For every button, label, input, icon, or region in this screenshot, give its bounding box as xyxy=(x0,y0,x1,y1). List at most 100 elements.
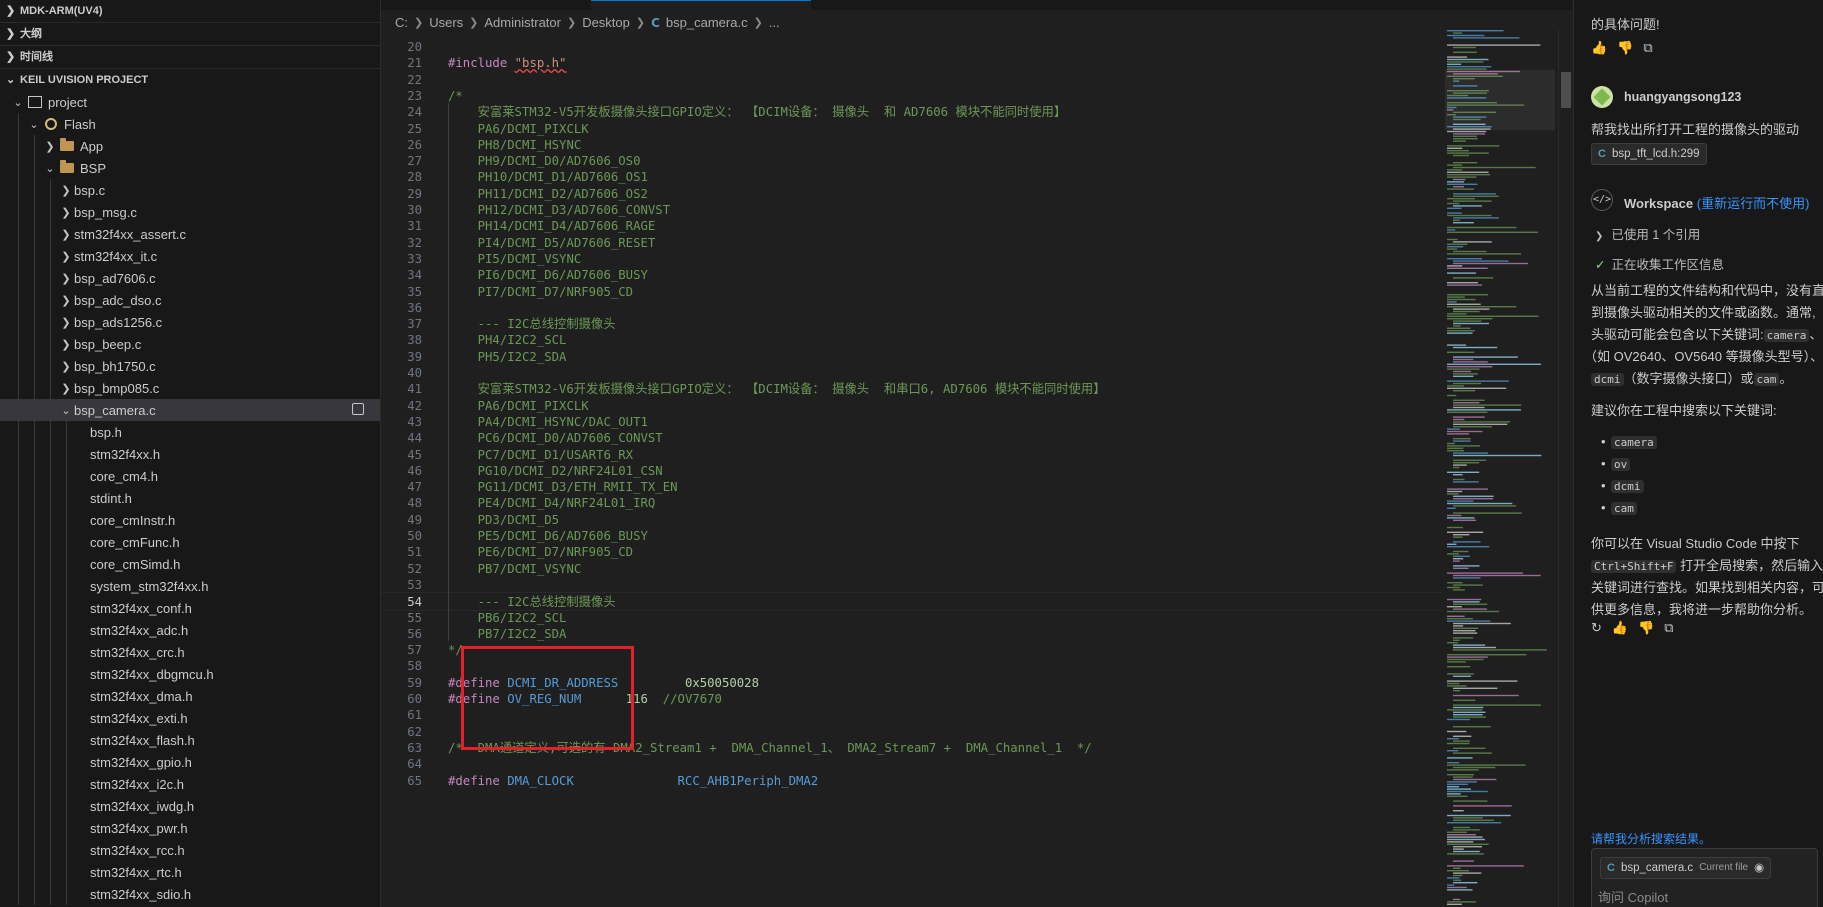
tree-item[interactable]: core_cmFunc.h xyxy=(0,531,380,553)
folder-icon xyxy=(58,160,76,173)
insert-icon[interactable]: ⧉ xyxy=(1643,40,1652,56)
tree-item[interactable]: ❯ bsp_bmp085.c xyxy=(0,377,380,399)
tree-item[interactable]: stm32f4xx_sdio.h xyxy=(0,883,380,905)
tab-inactive[interactable] xyxy=(381,0,592,10)
tree-item[interactable]: ❯ bsp_beep.c xyxy=(0,333,380,355)
thumbs-down-icon[interactable]: 👎 xyxy=(1617,40,1633,56)
tree-item[interactable]: ❯ bsp_msg.c xyxy=(0,201,380,223)
chevron-down-icon[interactable]: ⌄ xyxy=(10,96,26,109)
code-editor[interactable]: 20 21 #include "bsp.h" 22 23/* 24 安富莱STM32-V5… xyxy=(381,38,1441,907)
tree-item[interactable]: ⌄ project xyxy=(0,91,380,113)
indent-guide xyxy=(34,399,35,421)
tree-item[interactable]: ❯ stm32f4xx_assert.c xyxy=(0,223,380,245)
tab-active[interactable] xyxy=(591,0,811,11)
open-file-icon[interactable] xyxy=(352,403,364,415)
tree-item[interactable]: stm32f4xx_i2c.h xyxy=(0,773,380,795)
tree-item[interactable]: ⌄ Flash xyxy=(0,113,380,135)
chat-input-box[interactable]: C bsp_camera.c Current file ◉ 询问 Copilot xyxy=(1591,848,1818,907)
tree-item[interactable]: ⌄ BSP xyxy=(0,157,380,179)
tree-item[interactable]: stm32f4xx_adc.h xyxy=(0,619,380,641)
chevron-right-icon[interactable]: ❯ xyxy=(58,206,74,219)
chevron-right-icon[interactable]: ❯ xyxy=(58,382,74,395)
tree-item[interactable]: system_stm32f4xx.h xyxy=(0,575,380,597)
thumbs-up-icon[interactable]: 👍 xyxy=(1612,620,1628,636)
breadcrumb-administrator[interactable]: Administrator xyxy=(484,12,561,34)
thumbs-up-icon[interactable]: 👍 xyxy=(1591,40,1607,56)
tree-item[interactable]: stm32f4xx_rcc.h xyxy=(0,839,380,861)
section-timeline[interactable]: ❯ 时间线 xyxy=(0,45,380,68)
minimap-line xyxy=(1447,450,1464,452)
code-token: PA6/DCMI_PIXCLK xyxy=(448,398,589,413)
chevron-down-icon[interactable]: ⌄ xyxy=(42,162,58,175)
tree-item[interactable]: stdint.h xyxy=(0,487,380,509)
chevron-right-icon[interactable]: ❯ xyxy=(58,184,74,197)
chevron-down-icon[interactable]: ⌄ xyxy=(26,118,42,131)
tree-item[interactable]: ❯ bsp_ad7606.c xyxy=(0,267,380,289)
chevron-right-icon[interactable]: ❯ xyxy=(58,338,74,351)
tree-item[interactable]: stm32f4xx_pwr.h xyxy=(0,817,380,839)
breadcrumb-file[interactable]: bsp_camera.c xyxy=(666,12,748,34)
tree-item[interactable]: core_cmInstr.h xyxy=(0,509,380,531)
chevron-right-icon[interactable]: ❯ xyxy=(58,228,74,241)
chevron-right-icon[interactable]: ❯ xyxy=(58,272,74,285)
minimap-line xyxy=(1447,531,1484,533)
tree-item[interactable]: stm32f4xx_conf.h xyxy=(0,597,380,619)
section-mdk-arm[interactable]: ❯ MDK-ARM(UV4) xyxy=(0,0,380,22)
minimap-line xyxy=(1453,898,1461,901)
section-label: 时间线 xyxy=(20,51,53,63)
suggestion-link[interactable]: 请帮我分析搜索结果。 xyxy=(1591,830,1711,847)
reference-chip[interactable]: C bsp_tft_lcd.h:299 xyxy=(1591,143,1707,165)
tree-item[interactable]: ❯ bsp_bh1750.c xyxy=(0,355,380,377)
chevron-right-icon[interactable]: ❯ xyxy=(58,294,74,307)
breadcrumb-users[interactable]: Users xyxy=(429,12,463,34)
tree-item[interactable]: stm32f4xx_crc.h xyxy=(0,641,380,663)
insert-icon[interactable]: ⧉ xyxy=(1664,620,1673,636)
minimap[interactable] xyxy=(1445,30,1555,907)
tree-item[interactable]: ❯ bsp_ads1256.c xyxy=(0,311,380,333)
rerun-link[interactable]: (重新运行而不使用) xyxy=(1697,196,1810,211)
answer-line-3: 头驱动可能会包含以下关键词: camera、 xyxy=(1591,324,1822,343)
tree-item[interactable]: ❯ App xyxy=(0,135,380,157)
tree-item[interactable]: ❯ bsp.c xyxy=(0,179,380,201)
thumbs-down-icon[interactable]: 👎 xyxy=(1638,620,1654,636)
tree-item[interactable]: ⌄ bsp_camera.c xyxy=(0,399,380,421)
tree-item[interactable]: core_cm4.h xyxy=(0,465,380,487)
current-file-chip[interactable]: C bsp_camera.c Current file ◉ xyxy=(1600,857,1772,879)
chevron-right-icon[interactable]: ❯ xyxy=(58,250,74,263)
breadcrumb-drive[interactable]: C: xyxy=(395,12,408,34)
tree-item[interactable]: core_cmSimd.h xyxy=(0,553,380,575)
retry-icon[interactable]: ↻ xyxy=(1591,620,1602,636)
minimap-line xyxy=(1447,903,1462,905)
section-outline[interactable]: ❯ 大纲 xyxy=(0,22,380,45)
chevron-down-icon[interactable]: ⌄ xyxy=(58,404,74,417)
breadcrumb-symbol[interactable]: ... xyxy=(769,12,780,34)
chevron-right-icon[interactable]: ❯ xyxy=(58,360,74,373)
tree-item[interactable]: ❯ bsp_adc_dso.c xyxy=(0,289,380,311)
tree-item[interactable]: ❯ stm32f4xx_it.c xyxy=(0,245,380,267)
minimap-viewport[interactable] xyxy=(1445,70,1555,130)
used-references[interactable]: ❯ 已使用 1 个引用 xyxy=(1595,224,1700,243)
tree-item[interactable]: stm32f4xx_exti.h xyxy=(0,707,380,729)
breadcrumb-desktop[interactable]: Desktop xyxy=(582,12,630,34)
chat-input-placeholder[interactable]: 询问 Copilot xyxy=(1598,887,1668,906)
tree-item[interactable]: stm32f4xx_dma.h xyxy=(0,685,380,707)
chevron-right-icon[interactable]: ❯ xyxy=(58,316,74,329)
tree-item[interactable]: stm32f4xx_flash.h xyxy=(0,729,380,751)
indent-guide xyxy=(50,795,51,817)
eye-icon[interactable]: ◉ xyxy=(1754,858,1764,878)
section-keil-project[interactable]: ⌄ KEIL UVISION PROJECT xyxy=(0,68,380,91)
code-line[interactable]: 65 #define DMA_CLOCK RCC_AHB1Periph_DMA2 xyxy=(381,772,1441,791)
tree-item[interactable]: stm32f4xx.h xyxy=(0,443,380,465)
editor-scrollbar[interactable] xyxy=(1558,30,1572,907)
answer-text: （数字摄像头接口）或 xyxy=(1623,371,1754,386)
indent-guide xyxy=(18,245,19,267)
tree-item[interactable]: bsp.h xyxy=(0,421,380,443)
minimap-line xyxy=(1453,646,1496,649)
scrollbar-thumb[interactable] xyxy=(1561,72,1571,108)
tree-item[interactable]: stm32f4xx_rtc.h xyxy=(0,861,380,883)
minimap-line xyxy=(1447,294,1488,296)
chevron-right-icon[interactable]: ❯ xyxy=(42,140,58,153)
tree-item[interactable]: stm32f4xx_gpio.h xyxy=(0,751,380,773)
tree-item[interactable]: stm32f4xx_dbgmcu.h xyxy=(0,663,380,685)
tree-item[interactable]: stm32f4xx_iwdg.h xyxy=(0,795,380,817)
